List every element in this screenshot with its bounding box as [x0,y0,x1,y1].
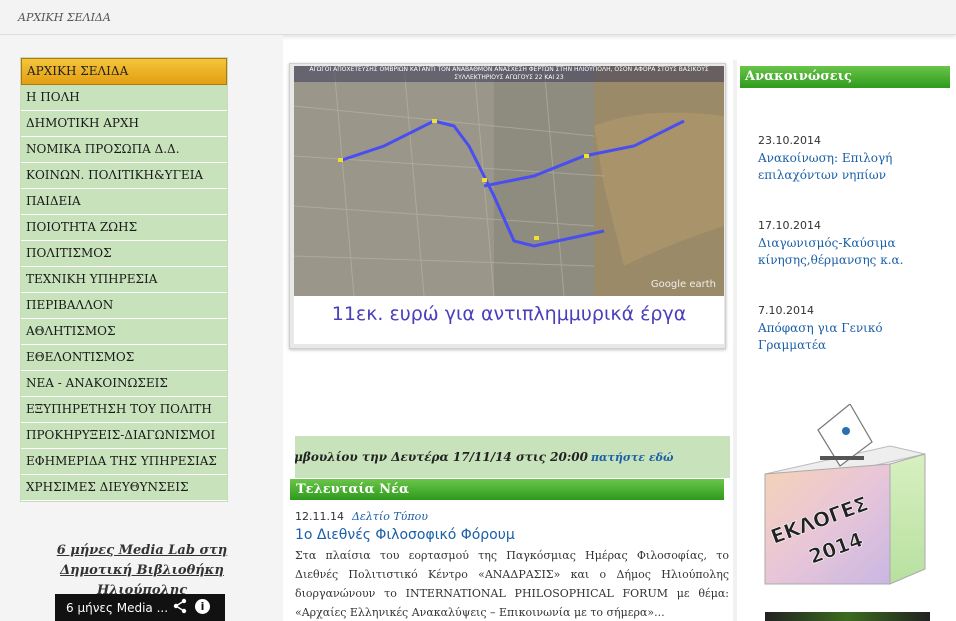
menu-item[interactable]: ΕΦΗΜΕΡΙΔΑ ΤΗΣ ΥΠΗΡΕΣΙΑΣ [21,449,227,475]
video-title: 6 μήνες Media ... [66,601,169,615]
ticker-text: ού Συμβουλίου την Δευτέρα 17/11/14 στις … [295,450,588,464]
news-category[interactable]: Δελτίο Τύπου [352,510,428,523]
menu-item[interactable]: ΑΡΧΙΚΗ ΣΕΛΙΔΑ [21,58,227,85]
news-title[interactable]: 1ο Διεθνές Φιλοσοφικό Φόρουμ [295,527,515,543]
bottom-banner-strip[interactable] [765,612,930,621]
menu-item[interactable]: ΧΡΗΣΙΜΕΣ ΔΙΕΥΘΥΝΣΕΙΣ [21,475,227,501]
news-ticker: ού Συμβουλίου την Δευτέρα 17/11/14 στις … [295,436,730,478]
main-menu: ΑΡΧΙΚΗ ΣΕΛΙΔΑ Η ΠΟΛΗ ΔΗΜΟΤΙΚΗ ΑΡΧΗ ΝΟΜΙΚΑ Π… [20,57,228,502]
map-image[interactable]: ΑΓΩΓΟΙ ΑΠΟΧΕΤΕΥΣΗΣ ΟΜΒΡΙΩΝ ΚΑΤΑΝΤΙ ΤΟΝ Α… [294,66,724,296]
media-lab-link[interactable]: 6 μήνες Media Lab στη Δημοτική Βιβλιοθήκ… [20,541,264,601]
banner-headline[interactable]: 11εκ. ευρώ για αντιπλημμυρικά έργα [294,296,724,344]
map-graphic [294,66,724,296]
share-icon[interactable] [172,598,188,614]
elections-ballot-box[interactable]: ΕΚΛΟΓΕΣ 2014 [760,404,930,589]
menu-item[interactable]: ΔΗΜΟΤΙΚΗ ΑΡΧΗ [21,111,227,137]
ticker-link[interactable]: πατήστε εδώ [591,451,673,464]
announcements-heading: Ανακοινώσεις [740,66,950,88]
video-player[interactable]: 6 μήνες Media ... i [55,594,225,621]
announcement-date: 23.10.2014 [758,134,821,147]
menu-item[interactable]: ΠΡΟΚΗΡΥΞΕΙΣ-ΔΙΑΓΩΝΙΣΜΟΙ [21,423,227,449]
announcement-link[interactable]: Ανακοίνωση: Επιλογή επιλαχόντων νηπίων [758,150,948,184]
menu-item[interactable]: ΑΘΛΗΤΙΣΜΟΣ [21,319,227,345]
menu-item[interactable]: ΕΘΕΛΟΝΤΙΣΜΟΣ [21,345,227,371]
breadcrumb[interactable]: ΑΡΧΙΚΗ ΣΕΛΙΔΑ [18,11,111,24]
latest-news-heading: Τελευταία Νέα [290,479,724,500]
announcement-link[interactable]: Απόφαση για Γενικό Γραμματέα [758,320,948,354]
info-icon[interactable]: i [195,599,210,614]
announcement-date: 7.10.2014 [758,304,814,317]
announcement-date: 17.10.2014 [758,219,821,232]
news-date: 12.11.14 [295,510,344,523]
map-brand: Google earth [650,279,716,290]
news-body: Στα πλαίσια του εορτασμού της Παγκόσμιας… [295,549,729,619]
menu-item[interactable]: ΚΟΙΝΩΝ. ΠΟΛΙΤΙΚΗ&ΥΓΕΙΑ [21,163,227,189]
map-caption: ΑΓΩΓΟΙ ΑΠΟΧΕΤΕΥΣΗΣ ΟΜΒΡΙΩΝ ΚΑΤΑΝΤΙ ΤΟΝ Α… [294,66,724,82]
announcement-link[interactable]: Διαγωνισμός-Καύσιμα κίνησης,θέρμανσης κ.… [758,235,948,269]
menu-item[interactable]: ΕΞΥΠΗΡΕΤΗΣΗ ΤΟΥ ΠΟΛΙΤΗ [21,397,227,423]
menu-item[interactable]: ΠΟΛΙΤΙΣΜΟΣ [21,241,227,267]
menu-item[interactable]: ΠΟΙΟΤΗΤΑ ΖΩΗΣ [21,215,227,241]
menu-item[interactable]: ΤΕΧΝΙΚΗ ΥΠΗΡΕΣΙΑ [21,267,227,293]
menu-item[interactable]: ΝΟΜΙΚΑ ΠΡΟΣΩΠΑ Δ.Δ. [21,137,227,163]
menu-item[interactable]: ΠΑΙΔΕΙΑ [21,189,227,215]
top-bar: ΑΡΧΙΚΗ ΣΕΛΙΔΑ [0,0,956,35]
menu-item[interactable]: ΠΕΡΙΒΑΛΛΟΝ [21,293,227,319]
menu-item[interactable]: ΝΕΑ - ΑΝΑΚΟΙΝΩΣΕΙΣ [21,371,227,397]
news-meta: 12.11.14 Δελτίο Τύπου [295,510,428,523]
menu-item[interactable]: Η ΠΟΛΗ [21,85,227,111]
